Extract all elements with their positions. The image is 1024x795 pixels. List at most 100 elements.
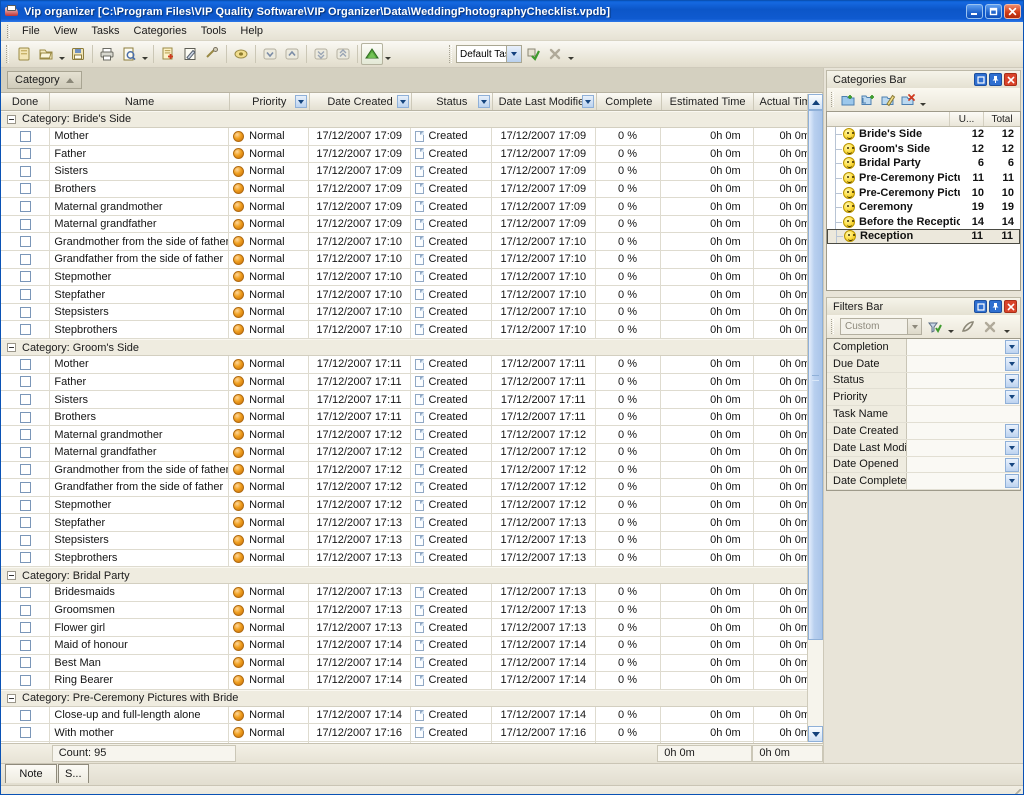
- table-row[interactable]: Maid of honourNormal17/12/2007 17:14Crea…: [1, 637, 823, 655]
- cell-done[interactable]: [1, 163, 50, 180]
- table-row[interactable]: Grandfather from the side of fatherNorma…: [1, 479, 823, 497]
- resize-grip-icon[interactable]: [1007, 789, 1021, 795]
- cell-done[interactable]: [1, 216, 50, 233]
- table-row[interactable]: StepfatherNormal17/12/2007 17:13Created1…: [1, 514, 823, 532]
- table-row[interactable]: Close-up and full-length aloneNormal17/1…: [1, 707, 823, 725]
- categories-bar-pin-icon[interactable]: [989, 73, 1002, 86]
- cell-done[interactable]: [1, 584, 50, 601]
- new-database-icon[interactable]: [13, 43, 35, 65]
- column-header-date-created[interactable]: Date Created: [310, 93, 412, 110]
- group-collapse-icon[interactable]: [7, 694, 16, 703]
- filter-preset-combo-arrow[interactable]: [907, 319, 921, 334]
- cell-done[interactable]: [1, 619, 50, 636]
- done-checkbox[interactable]: [20, 622, 31, 633]
- table-row[interactable]: Grandfather from the side of fatherNorma…: [1, 251, 823, 269]
- save-database-icon[interactable]: [67, 43, 89, 65]
- group-collapse-icon[interactable]: [7, 343, 16, 352]
- cell-done[interactable]: [1, 146, 50, 163]
- done-checkbox[interactable]: [20, 289, 31, 300]
- done-checkbox[interactable]: [20, 394, 31, 405]
- filter-row-value[interactable]: [907, 389, 1020, 405]
- note-tab-subtasks[interactable]: S...: [58, 764, 89, 783]
- filter-dropdown-icon[interactable]: [1005, 458, 1019, 472]
- table-row[interactable]: Maternal grandmotherNormal17/12/2007 17:…: [1, 426, 823, 444]
- filter-row-value[interactable]: [907, 473, 1020, 489]
- clear-view-icon[interactable]: [544, 43, 566, 65]
- categories-bar-restore-button[interactable]: [974, 73, 987, 86]
- categories-dropdown-arrow[interactable]: [383, 43, 393, 65]
- edit-task-icon[interactable]: [179, 43, 201, 65]
- cell-done[interactable]: [1, 233, 50, 250]
- cell-done[interactable]: [1, 479, 50, 496]
- table-row[interactable]: MotherNormal17/12/2007 17:11Created17/12…: [1, 356, 823, 374]
- cell-done[interactable]: [1, 356, 50, 373]
- filter-row-value[interactable]: [907, 406, 1020, 422]
- filter-dropdown-icon[interactable]: [1005, 474, 1019, 488]
- filter-row-value[interactable]: [907, 457, 1020, 473]
- delete-filter-icon[interactable]: [980, 317, 1000, 337]
- toolbar-grip-1[interactable]: [6, 45, 9, 63]
- filter-row-value[interactable]: [907, 423, 1020, 439]
- categories-tree[interactable]: U... Total Bride's Side1212Groom's Side1…: [826, 111, 1021, 291]
- filter-dropdown-icon[interactable]: [1005, 340, 1019, 354]
- maximize-button[interactable]: [985, 4, 1002, 19]
- cell-done[interactable]: [1, 321, 50, 338]
- toolbar-overflow-arrow[interactable]: [566, 43, 576, 65]
- menu-item-file[interactable]: File: [15, 23, 47, 39]
- done-checkbox[interactable]: [20, 412, 31, 423]
- cell-done[interactable]: [1, 602, 50, 619]
- print-preview-icon[interactable]: [118, 43, 140, 65]
- done-checkbox[interactable]: [20, 464, 31, 475]
- table-row[interactable]: Grandmother from the side of fatherNorma…: [1, 233, 823, 251]
- category-tree-item[interactable]: Pre-Ceremony Pictures w1010: [827, 185, 1020, 200]
- table-row[interactable]: StepsistersNormal17/12/2007 17:13Created…: [1, 532, 823, 550]
- category-group-header[interactable]: Category: Bride's Side: [1, 111, 823, 128]
- filter-dropdown-icon[interactable]: [1005, 424, 1019, 438]
- menu-item-tasks[interactable]: Tasks: [84, 23, 126, 39]
- new-category-icon[interactable]: [838, 90, 858, 110]
- filter-row[interactable]: Priority: [827, 389, 1020, 406]
- scroll-down-button[interactable]: [808, 726, 823, 742]
- table-row[interactable]: GroomsmenNormal17/12/2007 17:13Created17…: [1, 602, 823, 620]
- table-row[interactable]: StepbrothersNormal17/12/2007 17:13Create…: [1, 550, 823, 568]
- category-tree-item[interactable]: Groom's Side1212: [827, 142, 1020, 157]
- category-group-header[interactable]: Category: Pre-Ceremony Pictures with Bri…: [1, 690, 823, 707]
- menu-item-categories[interactable]: Categories: [127, 23, 194, 39]
- done-checkbox[interactable]: [20, 148, 31, 159]
- category-tree-item[interactable]: Bride's Side1212: [827, 127, 1020, 142]
- filter-row-value[interactable]: [907, 339, 1020, 355]
- cell-done[interactable]: [1, 374, 50, 391]
- filters-toolbar-grip[interactable]: [831, 319, 834, 334]
- filter-row-value[interactable]: [907, 440, 1020, 456]
- category-group-header[interactable]: Category: Bridal Party: [1, 567, 823, 584]
- table-row[interactable]: FatherNormal17/12/2007 17:09Created17/12…: [1, 146, 823, 164]
- done-checkbox[interactable]: [20, 429, 31, 440]
- done-checkbox[interactable]: [20, 376, 31, 387]
- table-row[interactable]: StepbrothersNormal17/12/2007 17:10Create…: [1, 321, 823, 339]
- table-row[interactable]: MotherNormal17/12/2007 17:09Created17/12…: [1, 128, 823, 146]
- table-row[interactable]: StepmotherNormal17/12/2007 17:10Created1…: [1, 269, 823, 287]
- group-by-chip-category[interactable]: Category: [7, 71, 82, 89]
- group-collapse-icon[interactable]: [7, 115, 16, 124]
- task-view-combo-arrow[interactable]: [506, 46, 521, 62]
- task-view-combo[interactable]: Default Task V: [456, 45, 522, 63]
- categories-icon[interactable]: [361, 43, 383, 65]
- filter-dropdown-icon[interactable]: [1005, 390, 1019, 404]
- filter-preset-combo[interactable]: Custom: [840, 318, 922, 335]
- column-header-estimated-time[interactable]: Estimated Time: [662, 93, 755, 110]
- table-row[interactable]: Ring BearerNormal17/12/2007 17:14Created…: [1, 672, 823, 690]
- cell-done[interactable]: [1, 497, 50, 514]
- table-row[interactable]: StepfatherNormal17/12/2007 17:10Created1…: [1, 286, 823, 304]
- done-checkbox[interactable]: [20, 710, 31, 721]
- done-checkbox[interactable]: [20, 640, 31, 651]
- done-checkbox[interactable]: [20, 727, 31, 738]
- table-row[interactable]: StepmotherNormal17/12/2007 17:12Created1…: [1, 497, 823, 515]
- menu-item-view[interactable]: View: [47, 23, 85, 39]
- clear-filter-icon[interactable]: [958, 317, 978, 337]
- table-row[interactable]: SistersNormal17/12/2007 17:09Created17/1…: [1, 163, 823, 181]
- category-tree-item[interactable]: Ceremony1919: [827, 200, 1020, 215]
- done-checkbox[interactable]: [20, 605, 31, 616]
- cell-done[interactable]: [1, 637, 50, 654]
- table-row[interactable]: StepsistersNormal17/12/2007 17:10Created…: [1, 304, 823, 322]
- column-filter-dropdown-icon[interactable]: [582, 95, 594, 108]
